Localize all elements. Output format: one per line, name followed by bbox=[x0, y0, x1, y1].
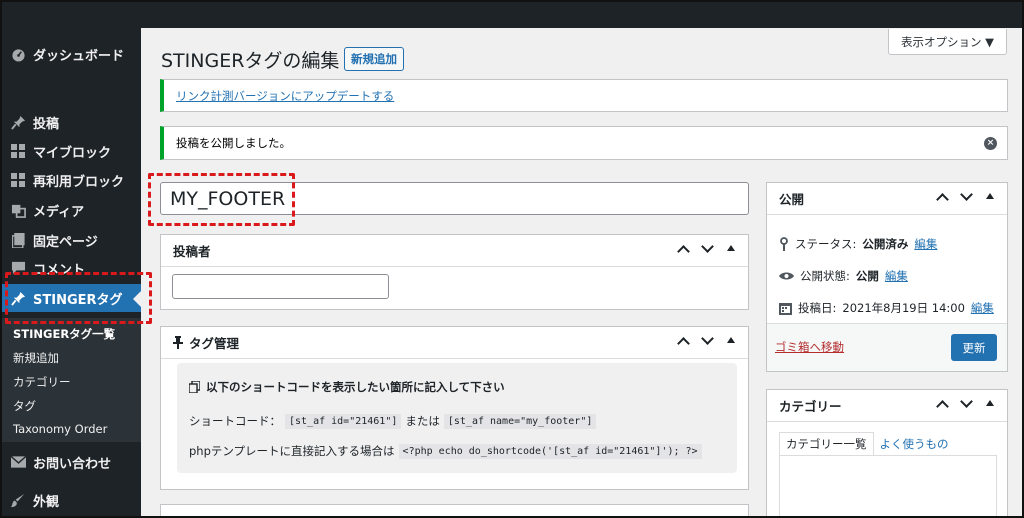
sidebar-item-reusable-blocks[interactable]: 再利用ブロック bbox=[2, 166, 141, 194]
page-icon bbox=[10, 232, 26, 248]
mail-icon bbox=[10, 454, 26, 470]
notice-text: 投稿を公開しました。 bbox=[176, 136, 291, 150]
postbox-header: タグ管理 bbox=[161, 327, 748, 359]
dashboard-icon bbox=[10, 46, 26, 62]
postbox-title: カテゴリー bbox=[779, 399, 842, 414]
sidebar-item-label: お問い合わせ bbox=[33, 456, 112, 472]
postbox-title: タグ管理 bbox=[189, 336, 240, 351]
update-button[interactable]: 更新 bbox=[951, 334, 997, 361]
date-row: 投稿日: 2021年8月19日 14:00 編集 bbox=[779, 300, 994, 316]
status-row: ステータス: 公開済み 編集 bbox=[779, 236, 937, 252]
postbox-title: 投稿者 bbox=[173, 244, 211, 259]
sidebar-item-dashboard[interactable]: ダッシュボード bbox=[2, 40, 141, 68]
tab-all-categories[interactable]: カテゴリー一覧 bbox=[779, 432, 874, 456]
pin-icon bbox=[10, 114, 26, 130]
move-down-icon[interactable] bbox=[700, 334, 714, 352]
php-code-row: phpテンプレートに直接記入する場合は <?php echo do_shortc… bbox=[189, 443, 702, 459]
screen-options-button[interactable]: 表示オプション ▼ bbox=[888, 29, 1007, 55]
move-down-icon[interactable] bbox=[700, 242, 714, 260]
php-code[interactable]: <?php echo do_shortcode('[st_af id="2146… bbox=[398, 443, 702, 459]
highlight-annotation bbox=[148, 173, 295, 226]
sidebar-item-label: メディア bbox=[33, 204, 85, 220]
category-tabs: カテゴリー一覧 よく使うもの bbox=[779, 432, 955, 456]
sidebar-item-my-blocks[interactable]: マイブロック bbox=[2, 137, 141, 165]
tab-most-used[interactable]: よく使うもの bbox=[874, 432, 955, 456]
sidebar-item-label: マイブロック bbox=[33, 145, 112, 161]
add-new-button[interactable]: 新規追加 bbox=[344, 47, 404, 71]
submenu-item-categories[interactable]: カテゴリー bbox=[13, 374, 71, 390]
update-notice: リンク計測バージョンにアップデートする bbox=[160, 79, 1008, 112]
author-postbox: 投稿者 bbox=[160, 234, 749, 310]
stinger-tags-submenu: STINGERタグ一覧 新規追加 カテゴリー タグ Taxonomy Order bbox=[2, 318, 141, 442]
media-icon bbox=[10, 202, 26, 218]
shortcode-id[interactable]: [st_af id="21461"] bbox=[285, 413, 402, 429]
published-notice: 投稿を公開しました。 × bbox=[160, 126, 1008, 160]
appearance-icon bbox=[10, 492, 26, 508]
postbox-title: 公開 bbox=[779, 192, 805, 207]
key-icon bbox=[779, 237, 789, 251]
submenu-item-all-tags[interactable]: STINGERタグ一覧 bbox=[13, 326, 115, 342]
move-down-icon[interactable] bbox=[959, 190, 973, 208]
grid-icon bbox=[10, 143, 26, 159]
category-postbox: カテゴリー カテゴリー一覧 よく使うもの bbox=[766, 389, 1008, 516]
collapse-toggle-icon[interactable] bbox=[724, 334, 738, 352]
sidebar-item-label: 投稿 bbox=[33, 116, 60, 132]
move-up-icon[interactable] bbox=[935, 190, 949, 208]
move-down-icon[interactable] bbox=[959, 397, 973, 415]
author-input[interactable] bbox=[172, 274, 389, 299]
sidebar-item-contact[interactable]: お問い合わせ bbox=[2, 448, 141, 476]
next-postbox bbox=[160, 504, 749, 516]
shortcode-name[interactable]: [st_af name="my_footer"] bbox=[443, 413, 597, 429]
edit-status-link[interactable]: 編集 bbox=[914, 236, 937, 252]
update-link[interactable]: リンク計測バージョンにアップデートする bbox=[176, 88, 394, 104]
admin-bar bbox=[2, 2, 1022, 28]
move-up-icon[interactable] bbox=[676, 334, 690, 352]
move-up-icon[interactable] bbox=[676, 242, 690, 260]
sidebar-item-appearance[interactable]: 外観 bbox=[2, 486, 141, 514]
collapse-toggle-icon[interactable] bbox=[983, 190, 997, 208]
eye-icon bbox=[779, 271, 794, 281]
move-to-trash-link[interactable]: ゴミ箱へ移動 bbox=[775, 339, 844, 355]
grid-icon bbox=[10, 172, 26, 188]
postbox-header: 投稿者 bbox=[161, 235, 748, 267]
edit-visibility-link[interactable]: 編集 bbox=[885, 268, 908, 284]
postbox-header: カテゴリー bbox=[767, 390, 1007, 422]
wp-admin-window: ダッシュボード 投稿 マイブロック 再利用ブロック メディア 固定ページ コメン… bbox=[0, 0, 1024, 518]
shortcode-row: ショートコード： [st_af id="21461"] または [st_af n… bbox=[189, 413, 597, 429]
sidebar-item-label: 再利用ブロック bbox=[33, 174, 125, 190]
dismiss-icon[interactable]: × bbox=[984, 137, 997, 150]
page-title: STINGERタグの編集 bbox=[161, 50, 340, 72]
shortcode-panel: 以下のショートコードを表示したい箇所に記入して下さい ショートコード： [st_… bbox=[177, 363, 737, 473]
sidebar-item-label: 固定ページ bbox=[33, 234, 98, 250]
visibility-row: 公開状態: 公開 編集 bbox=[779, 268, 908, 284]
sidebar-item-posts[interactable]: 投稿 bbox=[2, 108, 141, 136]
submenu-item-tags[interactable]: タグ bbox=[13, 398, 36, 414]
collapse-toggle-icon[interactable] bbox=[983, 397, 997, 415]
edit-date-link[interactable]: 編集 bbox=[971, 300, 994, 316]
shortcode-instruction: 以下のショートコードを表示したい箇所に記入して下さい bbox=[189, 379, 505, 395]
sidebar-item-label: ダッシュボード bbox=[33, 48, 125, 64]
sidebar-item-label: 外観 bbox=[33, 494, 60, 510]
publish-actions: ゴミ箱へ移動 更新 bbox=[767, 323, 1007, 371]
highlight-annotation bbox=[5, 272, 152, 324]
tag-management-postbox: タグ管理 以下のショートコードを表示したい箇所に記入して下さい ショートコード：… bbox=[160, 326, 749, 490]
calendar-icon bbox=[779, 302, 792, 315]
copy-icon bbox=[189, 381, 200, 393]
publish-postbox: 公開 ステータス: 公開済み 編集 公開状態: 公開 編集 投稿日: 2021年… bbox=[766, 182, 1008, 372]
collapse-toggle-icon[interactable] bbox=[724, 242, 738, 260]
sidebar-item-pages[interactable]: 固定ページ bbox=[2, 226, 141, 254]
submenu-item-add-new[interactable]: 新規追加 bbox=[13, 350, 59, 366]
postbox-header: 公開 bbox=[767, 183, 1007, 215]
move-up-icon[interactable] bbox=[935, 397, 949, 415]
category-list-panel bbox=[779, 455, 997, 516]
sidebar-item-media[interactable]: メディア bbox=[2, 196, 141, 224]
thumbtack-icon bbox=[173, 336, 183, 349]
submenu-item-taxonomy-order[interactable]: Taxonomy Order bbox=[13, 422, 107, 436]
